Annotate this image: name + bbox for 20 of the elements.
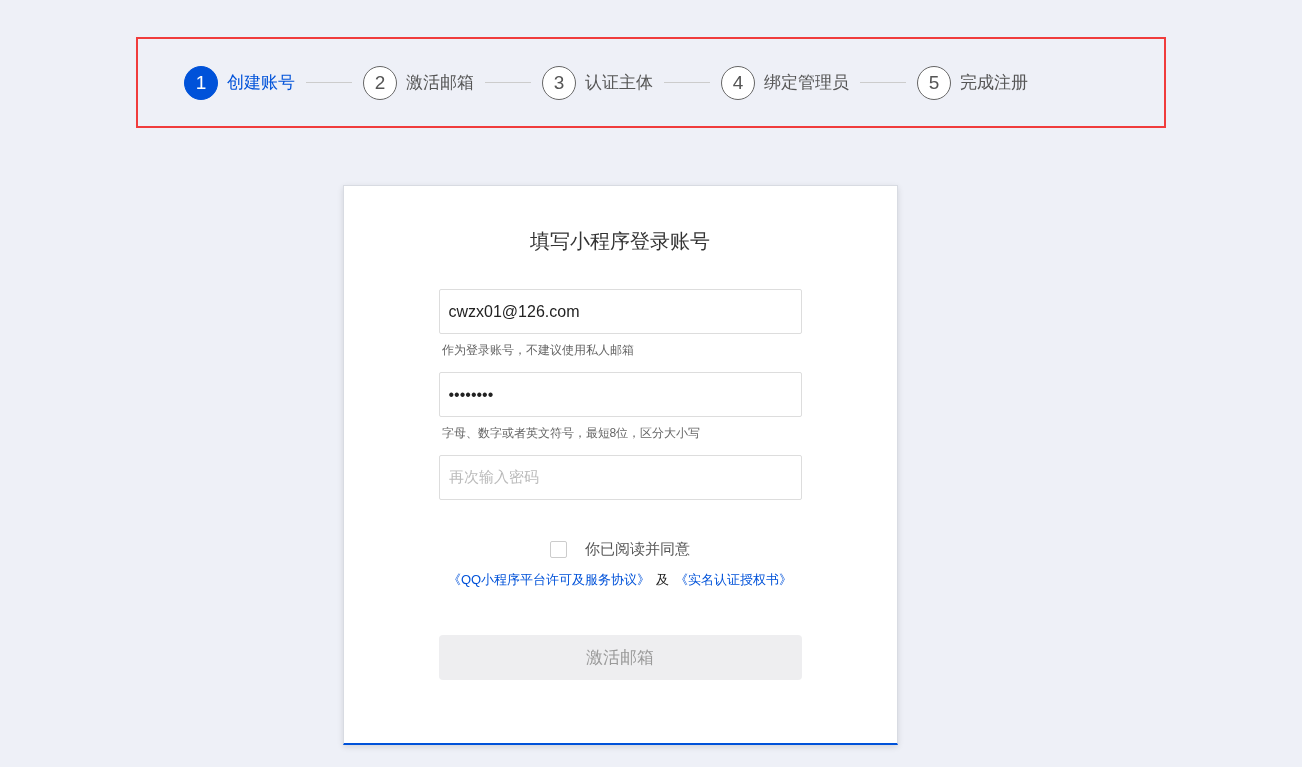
step-number: 2 (363, 65, 397, 100)
step-label: 创建账号 (227, 72, 295, 94)
agreement-label: 你已阅读并同意 (585, 540, 690, 559)
step-number: 4 (721, 65, 755, 100)
service-agreement-link[interactable]: 《QQ小程序平台许可及服务协议》 (447, 571, 651, 589)
step-label: 绑定管理员 (764, 72, 849, 94)
step-number: 5 (917, 65, 951, 100)
input-field[interactable]: •••••••• (438, 372, 802, 417)
form-title: 填写小程序登录账号 (530, 229, 710, 254)
field-hint: 作为登录账号，不建议使用私人邮箱 (440, 342, 635, 358)
checkbox[interactable] (550, 541, 567, 558)
step-number: 1 (184, 65, 218, 100)
step-label: 完成注册 (960, 72, 1028, 94)
conjunction-text: 及 (656, 571, 670, 589)
authorization-link[interactable]: 《实名认证授权书》 (675, 571, 793, 589)
step-number: 3 (542, 65, 576, 100)
input-field[interactable]: cwzx01@126.com (438, 289, 802, 334)
step-label: 认证主体 (585, 72, 653, 94)
field-hint: 字母、数字或者英文符号，最短8位，区分大小写 (440, 425, 702, 441)
step-label: 激活邮箱 (406, 72, 474, 94)
